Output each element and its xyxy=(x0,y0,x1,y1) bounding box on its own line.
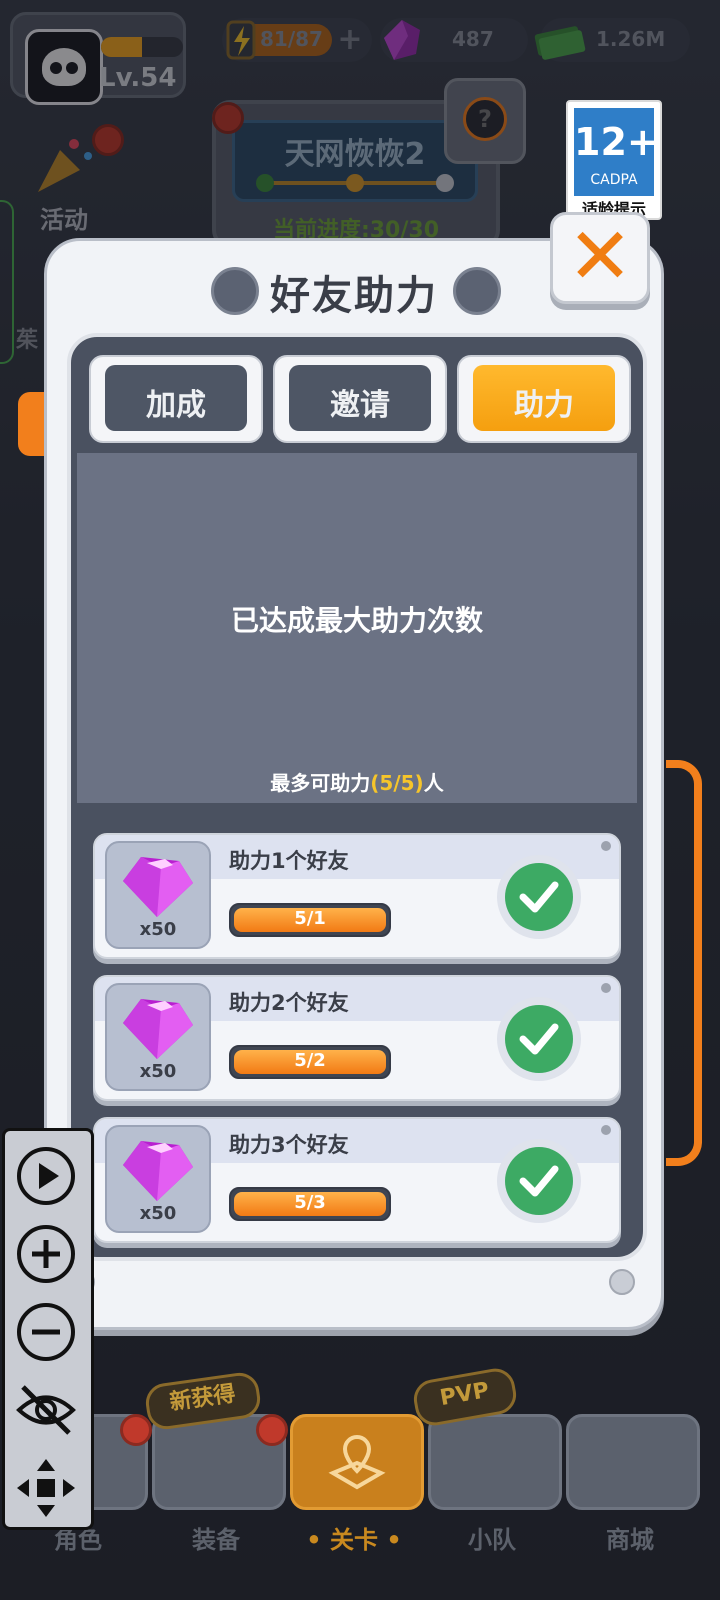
reward-title: 助力1个好友 xyxy=(229,849,349,873)
claimed-check-button[interactable] xyxy=(497,997,581,1081)
friend-assist-dialog: 好友助力 加成 邀请 助力 已达成最大助力次数 最多可助力(5/5)人 x50 … xyxy=(44,238,664,1330)
claimed-check-button[interactable] xyxy=(497,1139,581,1223)
tab-assist[interactable]: 助力 xyxy=(457,355,631,443)
bottom-nav: 角色 装备 • 关卡 • 小队 商城 新获得 PVP xyxy=(0,1365,720,1600)
gem-icon xyxy=(123,857,193,917)
tab-bonus[interactable]: 加成 xyxy=(89,355,263,443)
nav-label: 小队 xyxy=(468,1526,516,1554)
reward-progress-label: 5/3 xyxy=(294,1192,326,1213)
gem-icon xyxy=(123,1141,193,1201)
age-rating-org: CADPA xyxy=(590,172,638,188)
assist-limit-text: 最多可助力(5/5)人 xyxy=(270,771,444,795)
floating-toolbox[interactable] xyxy=(2,1128,94,1530)
nav-label: • 关卡 • xyxy=(306,1526,402,1554)
age-rating-badge: 12+ CADPA 适龄提示 xyxy=(566,100,662,220)
reward-row: x50 助力3个好友 5/3 xyxy=(93,1117,621,1243)
assist-status-panel: 已达成最大助力次数 最多可助力(5/5)人 xyxy=(77,453,637,803)
notification-dot xyxy=(256,1414,288,1446)
nav-label: 装备 xyxy=(192,1526,240,1554)
map-pin-icon xyxy=(328,1434,386,1490)
reward-title: 助力2个好友 xyxy=(229,991,349,1015)
reward-progress-bar: 5/2 xyxy=(229,1045,391,1079)
reward-title: 助力3个好友 xyxy=(229,1133,349,1157)
status-message: 已达成最大助力次数 xyxy=(230,604,483,637)
reward-row: x50 助力1个好友 5/1 xyxy=(93,833,621,959)
decor-knob-icon xyxy=(453,267,501,315)
reward-item[interactable]: x50 xyxy=(105,841,211,949)
tab-invite[interactable]: 邀请 xyxy=(273,355,447,443)
hide-eye-icon[interactable] xyxy=(15,1379,77,1441)
close-icon: ✕ xyxy=(567,212,633,302)
checkmark-icon xyxy=(519,1023,559,1055)
age-rating-number: 12+ xyxy=(574,120,659,164)
reward-progress-bar: 5/1 xyxy=(229,903,391,937)
reward-progress-bar: 5/3 xyxy=(229,1187,391,1221)
assist-count: (5/5) xyxy=(370,771,424,795)
nav-shop[interactable] xyxy=(566,1414,700,1510)
zoom-out-icon[interactable] xyxy=(15,1301,77,1363)
checkmark-icon xyxy=(519,881,559,913)
close-button[interactable]: ✕ xyxy=(550,212,650,304)
reward-progress-label: 5/2 xyxy=(294,1050,326,1071)
notification-dot xyxy=(120,1414,152,1446)
reward-item[interactable]: x50 xyxy=(105,983,211,1091)
move-arrows-icon[interactable] xyxy=(15,1457,77,1519)
reward-quantity: x50 xyxy=(139,1203,177,1224)
checkmark-icon xyxy=(519,1165,559,1197)
play-icon[interactable] xyxy=(15,1145,77,1207)
nav-label: 商城 xyxy=(606,1526,654,1554)
reward-item[interactable]: x50 xyxy=(105,1125,211,1233)
reward-quantity: x50 xyxy=(139,919,177,940)
zoom-in-icon[interactable] xyxy=(15,1223,77,1285)
bolt-icon xyxy=(609,1269,635,1295)
reward-row: x50 助力2个好友 5/2 xyxy=(93,975,621,1101)
dialog-side-tab xyxy=(18,392,44,456)
reward-quantity: x50 xyxy=(139,1061,177,1082)
nav-squad[interactable] xyxy=(428,1414,562,1510)
claimed-check-button[interactable] xyxy=(497,855,581,939)
nav-stage[interactable] xyxy=(290,1414,424,1510)
tab-bar: 加成 邀请 助力 xyxy=(89,355,631,443)
dialog-handle xyxy=(666,760,702,1166)
reward-progress-label: 5/1 xyxy=(294,908,326,929)
dialog-content: 加成 邀请 助力 已达成最大助力次数 最多可助力(5/5)人 x50 助力1个好… xyxy=(67,333,647,1261)
gem-icon xyxy=(123,999,193,1059)
